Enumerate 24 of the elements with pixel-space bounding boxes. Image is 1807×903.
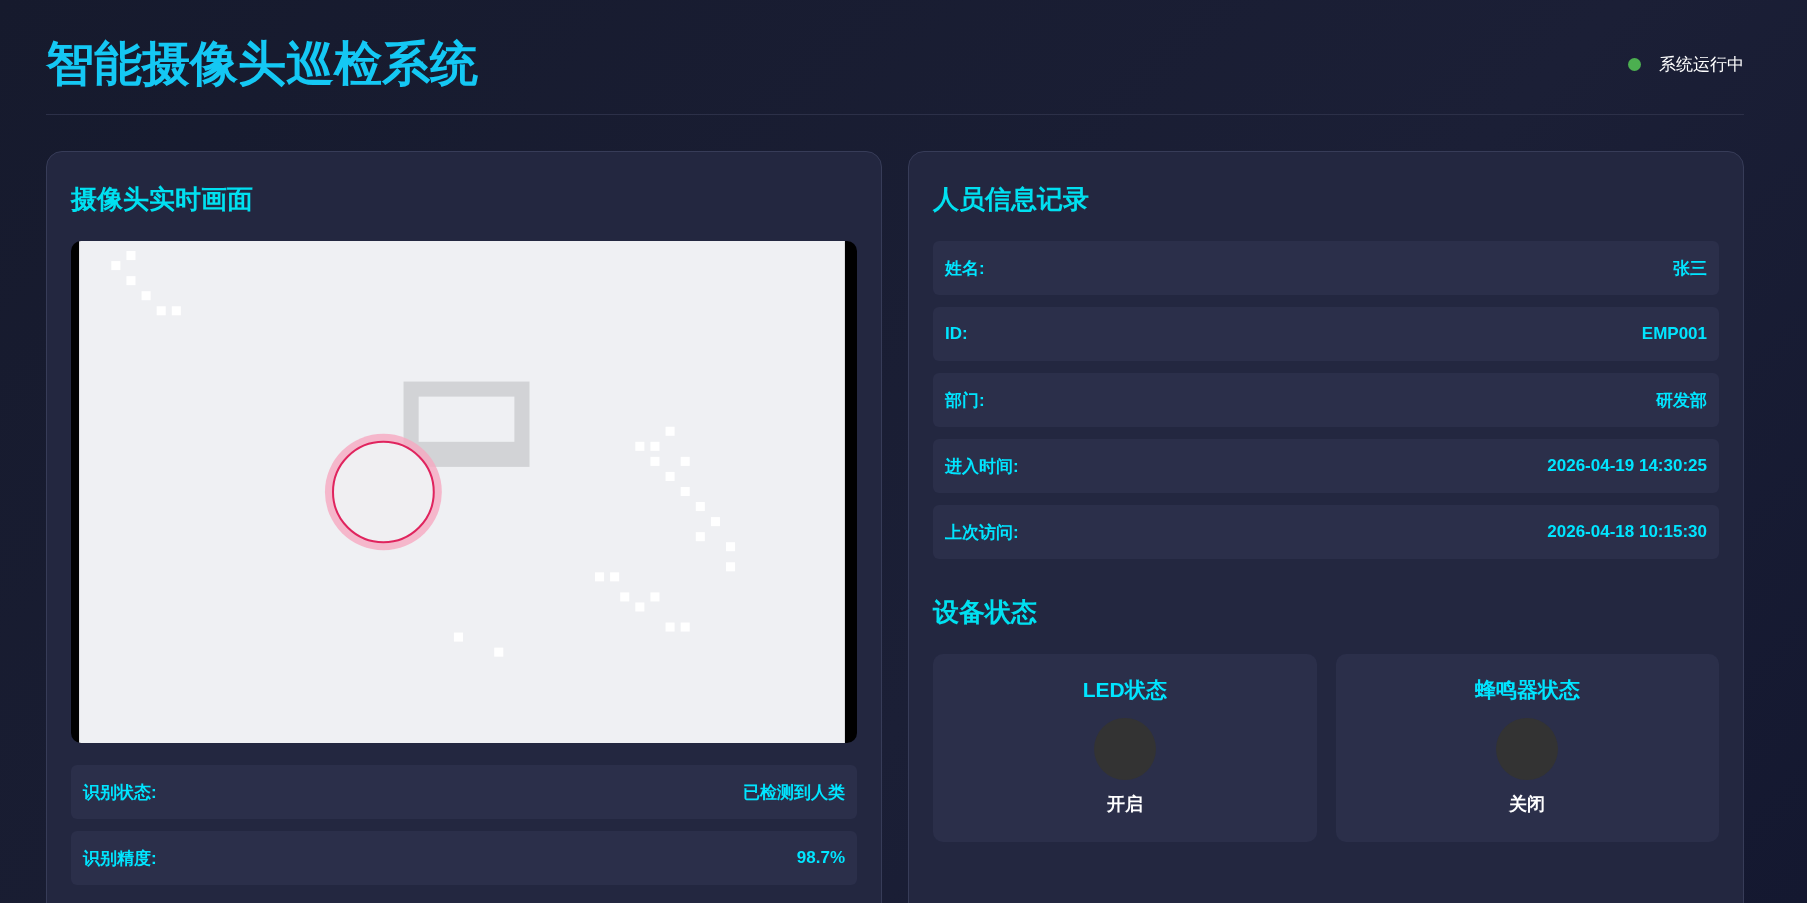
field-label: 识别状态: bbox=[83, 781, 157, 804]
section-title: 设备状态 bbox=[933, 596, 1038, 629]
panel-title: 人员信息记录 bbox=[933, 183, 1090, 216]
field-label: 部门: bbox=[945, 389, 985, 412]
device-name: LED状态 bbox=[1082, 677, 1167, 703]
field-value: 张三 bbox=[1673, 257, 1707, 280]
field-label: 识别精度: bbox=[83, 847, 157, 870]
field-value: EMP001 bbox=[1641, 324, 1707, 344]
device-status: 开启 bbox=[1106, 793, 1143, 816]
status-dot bbox=[1628, 57, 1641, 71]
field-value: 已检测到人类 bbox=[743, 781, 845, 804]
field-value: 2026-04-18 10:15:30 bbox=[1547, 522, 1707, 542]
field-label: 上次访问: bbox=[945, 521, 1019, 544]
device-name: 蜂鸣器状态 bbox=[1474, 677, 1580, 703]
system-status: 系统运行中 bbox=[1659, 53, 1744, 76]
field-value: 98.7% bbox=[796, 848, 845, 868]
panel-title: 摄像头实时画面 bbox=[71, 183, 254, 216]
field-label: ID: bbox=[945, 324, 968, 344]
field-label: 进入时间: bbox=[945, 455, 1019, 478]
device-status: 关闭 bbox=[1509, 793, 1546, 816]
field-label: 姓名: bbox=[945, 257, 985, 280]
field-value: 2026-04-19 14:30:25 bbox=[1547, 456, 1707, 476]
page-title: 智能摄像头巡检系统 bbox=[46, 36, 478, 92]
field-value: 研发部 bbox=[1656, 389, 1707, 412]
